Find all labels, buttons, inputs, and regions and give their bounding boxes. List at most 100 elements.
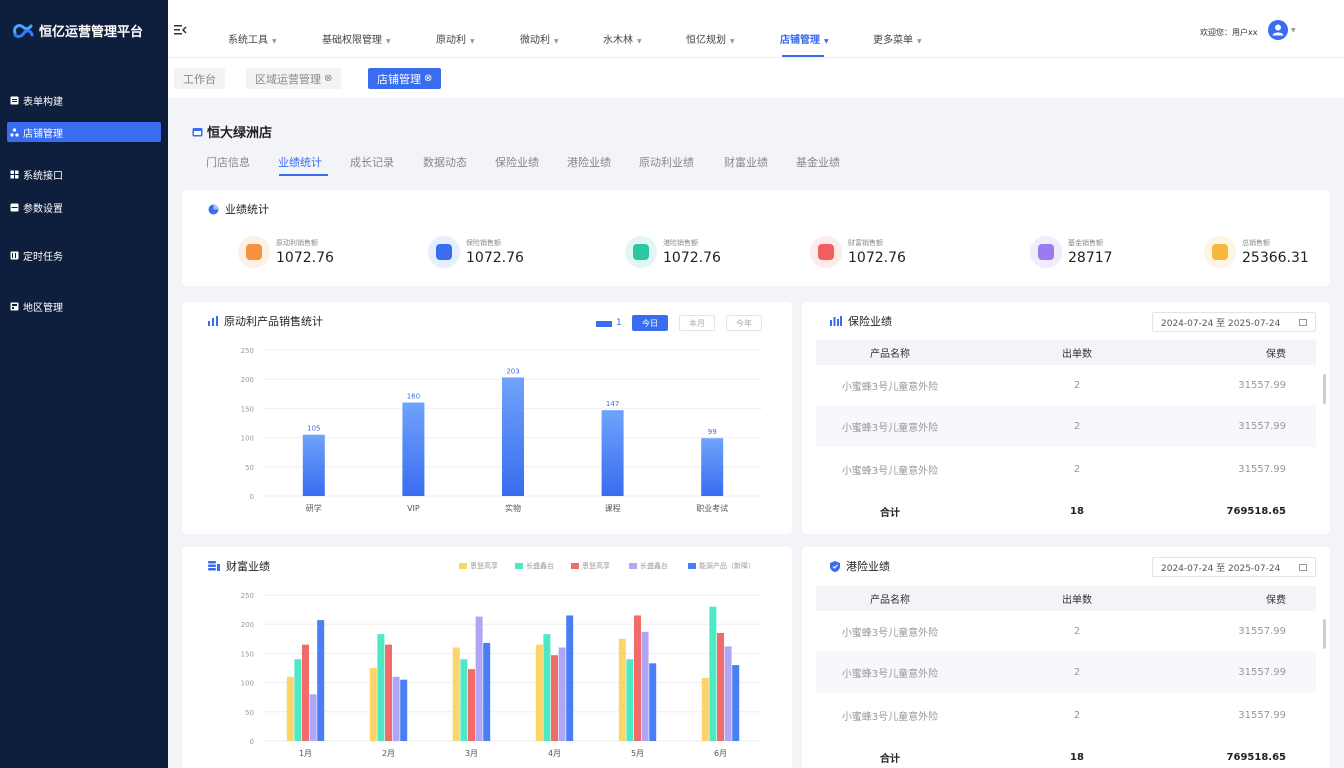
sidebar-item-shop-management[interactable]: 店铺管理 xyxy=(7,122,161,142)
bar[interactable] xyxy=(717,632,724,741)
bar[interactable] xyxy=(618,638,626,741)
table-row[interactable]: 小蜜蜂3号儿童意外险 2 31557.99 xyxy=(816,365,1316,405)
sidebar-item-scheduled-tasks[interactable]: 定时任务 xyxy=(7,245,161,265)
card-title: 港险业绩 xyxy=(830,558,890,574)
chevron-down-icon: ▼ xyxy=(554,38,559,45)
menu-hengyi-planning[interactable]: 恒亿规划 ▼ xyxy=(686,31,735,46)
x-tick-label: 1月 xyxy=(299,749,312,758)
bar[interactable] xyxy=(502,377,524,496)
bar[interactable] xyxy=(385,644,392,741)
bar[interactable] xyxy=(483,642,491,741)
menu-collapse-icon[interactable] xyxy=(174,24,187,36)
store-icon xyxy=(192,127,203,136)
pie-chart-icon xyxy=(208,204,219,214)
bar[interactable] xyxy=(369,668,377,741)
sidebar-item-system-api[interactable]: 系统接口 xyxy=(7,164,161,184)
close-icon[interactable]: ⊗ xyxy=(424,73,432,84)
bar[interactable] xyxy=(377,634,385,741)
date-range-picker[interactable]: 2024-07-24 至 2025-07-24 xyxy=(1152,557,1316,577)
data-label: 105 xyxy=(307,425,320,433)
menu-permissions[interactable]: 基础权限管理 ▼ xyxy=(322,31,391,46)
avatar[interactable] xyxy=(1268,20,1288,40)
scrollbar[interactable] xyxy=(1323,619,1326,649)
x-tick-label: 3月 xyxy=(465,749,478,758)
user-icon xyxy=(1272,24,1284,36)
bar[interactable] xyxy=(392,676,400,741)
chevron-down-icon[interactable]: ▼ xyxy=(1291,27,1296,34)
subtab-store-info[interactable]: 门店信息 xyxy=(206,154,250,170)
table-row[interactable]: 小蜜蜂3号儿童意外险 2 31557.99 xyxy=(816,447,1316,491)
subtab-wealth[interactable]: 财富业绩 xyxy=(724,154,768,170)
bar[interactable] xyxy=(649,663,657,741)
tab-regional-operations[interactable]: 区域运营管理 ⊗ xyxy=(246,68,342,89)
table-row[interactable]: 小蜜蜂3号儿童意外险 2 31557.99 xyxy=(816,651,1316,693)
bar[interactable] xyxy=(286,676,294,741)
bar[interactable] xyxy=(634,615,641,741)
scrollbar[interactable] xyxy=(1323,374,1326,404)
bar[interactable] xyxy=(535,644,543,741)
bar[interactable] xyxy=(626,659,634,741)
bar[interactable] xyxy=(709,606,717,741)
subtab-hk-insurance[interactable]: 港险业绩 xyxy=(567,154,611,170)
bar[interactable] xyxy=(701,677,709,741)
bar[interactable] xyxy=(475,616,483,741)
bar[interactable] xyxy=(317,620,325,741)
subtab-yuandongli[interactable]: 原动利业绩 xyxy=(639,154,694,170)
bar[interactable] xyxy=(601,410,624,496)
x-tick-label: VIP xyxy=(407,504,420,513)
subtab-data-activity[interactable]: 数据动态 xyxy=(423,154,467,170)
bar[interactable] xyxy=(309,694,317,741)
y-tick-label: 250 xyxy=(241,347,254,355)
table-row[interactable]: 小蜜蜂3号儿童意外险 2 31557.99 xyxy=(816,405,1316,447)
menu-shop-management[interactable]: 店铺管理 ▼ xyxy=(780,31,829,46)
y-tick-label: 250 xyxy=(241,592,254,600)
bar[interactable] xyxy=(551,655,558,741)
sidebar-item-form-builder[interactable]: 表单构建 xyxy=(7,90,161,110)
close-icon[interactable]: ⊗ xyxy=(324,73,332,84)
bar[interactable] xyxy=(701,438,724,496)
bar[interactable] xyxy=(400,679,408,741)
y-tick-label: 0 xyxy=(250,493,254,501)
sidebar-item-label: 定时任务 xyxy=(23,251,63,263)
welcome-text: 欢迎您：用户xx xyxy=(1200,28,1258,37)
bar[interactable] xyxy=(460,659,468,741)
kpi-hk-insurance-sales: 港险销售额 1072.76 xyxy=(625,236,721,268)
table-row[interactable]: 小蜜蜂3号儿童意外险 2 31557.99 xyxy=(816,611,1316,651)
bar[interactable] xyxy=(302,434,325,496)
menu-weidongli[interactable]: 微动利 ▼ xyxy=(520,31,559,46)
menu-shuimulin[interactable]: 水木林 ▼ xyxy=(603,31,642,46)
subtab-growth[interactable]: 成长记录 xyxy=(350,154,394,170)
bar[interactable] xyxy=(543,634,551,741)
menu-yuandongli[interactable]: 原动利 ▼ xyxy=(436,31,475,46)
main-content: 恒大绿洲店 门店信息 业绩统计 成长记录 数据动态 保险业绩 港险业绩 原动利业… xyxy=(168,98,1344,768)
subtab-performance[interactable]: 业绩统计 xyxy=(278,154,322,170)
tab-workbench[interactable]: 工作台 xyxy=(174,68,225,89)
bar[interactable] xyxy=(294,659,302,741)
sidebar-item-region-management[interactable]: 地区管理 xyxy=(7,296,161,316)
bar[interactable] xyxy=(641,631,649,741)
tab-shop-management[interactable]: 店铺管理 ⊗ xyxy=(368,68,442,89)
menu-system-tools[interactable]: 系统工具 ▼ xyxy=(228,31,277,46)
page-tabs: 工作台 区域运营管理 ⊗ 店铺管理 ⊗ xyxy=(168,58,1344,98)
sidebar-item-label: 系统接口 xyxy=(23,170,63,182)
bar[interactable] xyxy=(558,647,566,741)
bar[interactable] xyxy=(402,402,425,496)
y-tick-label: 0 xyxy=(250,738,254,746)
table-total-row: 合计 18 769518.65 xyxy=(880,505,1286,519)
bar[interactable] xyxy=(732,665,740,741)
x-tick-label: 5月 xyxy=(631,749,644,758)
bar[interactable] xyxy=(468,669,475,741)
menu-more[interactable]: 更多菜单 ▼ xyxy=(873,31,922,46)
form-icon xyxy=(10,96,19,104)
subtab-insurance[interactable]: 保险业绩 xyxy=(495,154,539,170)
bar[interactable] xyxy=(724,646,732,741)
sidebar-item-parameters[interactable]: 参数设置 xyxy=(7,197,161,217)
date-range-picker[interactable]: 2024-07-24 至 2025-07-24 xyxy=(1152,312,1316,332)
bar[interactable] xyxy=(452,647,460,741)
table-row[interactable]: 小蜜蜂3号儿童意外险 2 31557.99 xyxy=(816,693,1316,737)
bar[interactable] xyxy=(302,644,309,741)
card-title: 保险业绩 xyxy=(830,313,892,329)
chevron-down-icon: ▼ xyxy=(637,38,642,45)
subtab-fund[interactable]: 基金业绩 xyxy=(796,154,840,170)
bar[interactable] xyxy=(566,615,574,741)
